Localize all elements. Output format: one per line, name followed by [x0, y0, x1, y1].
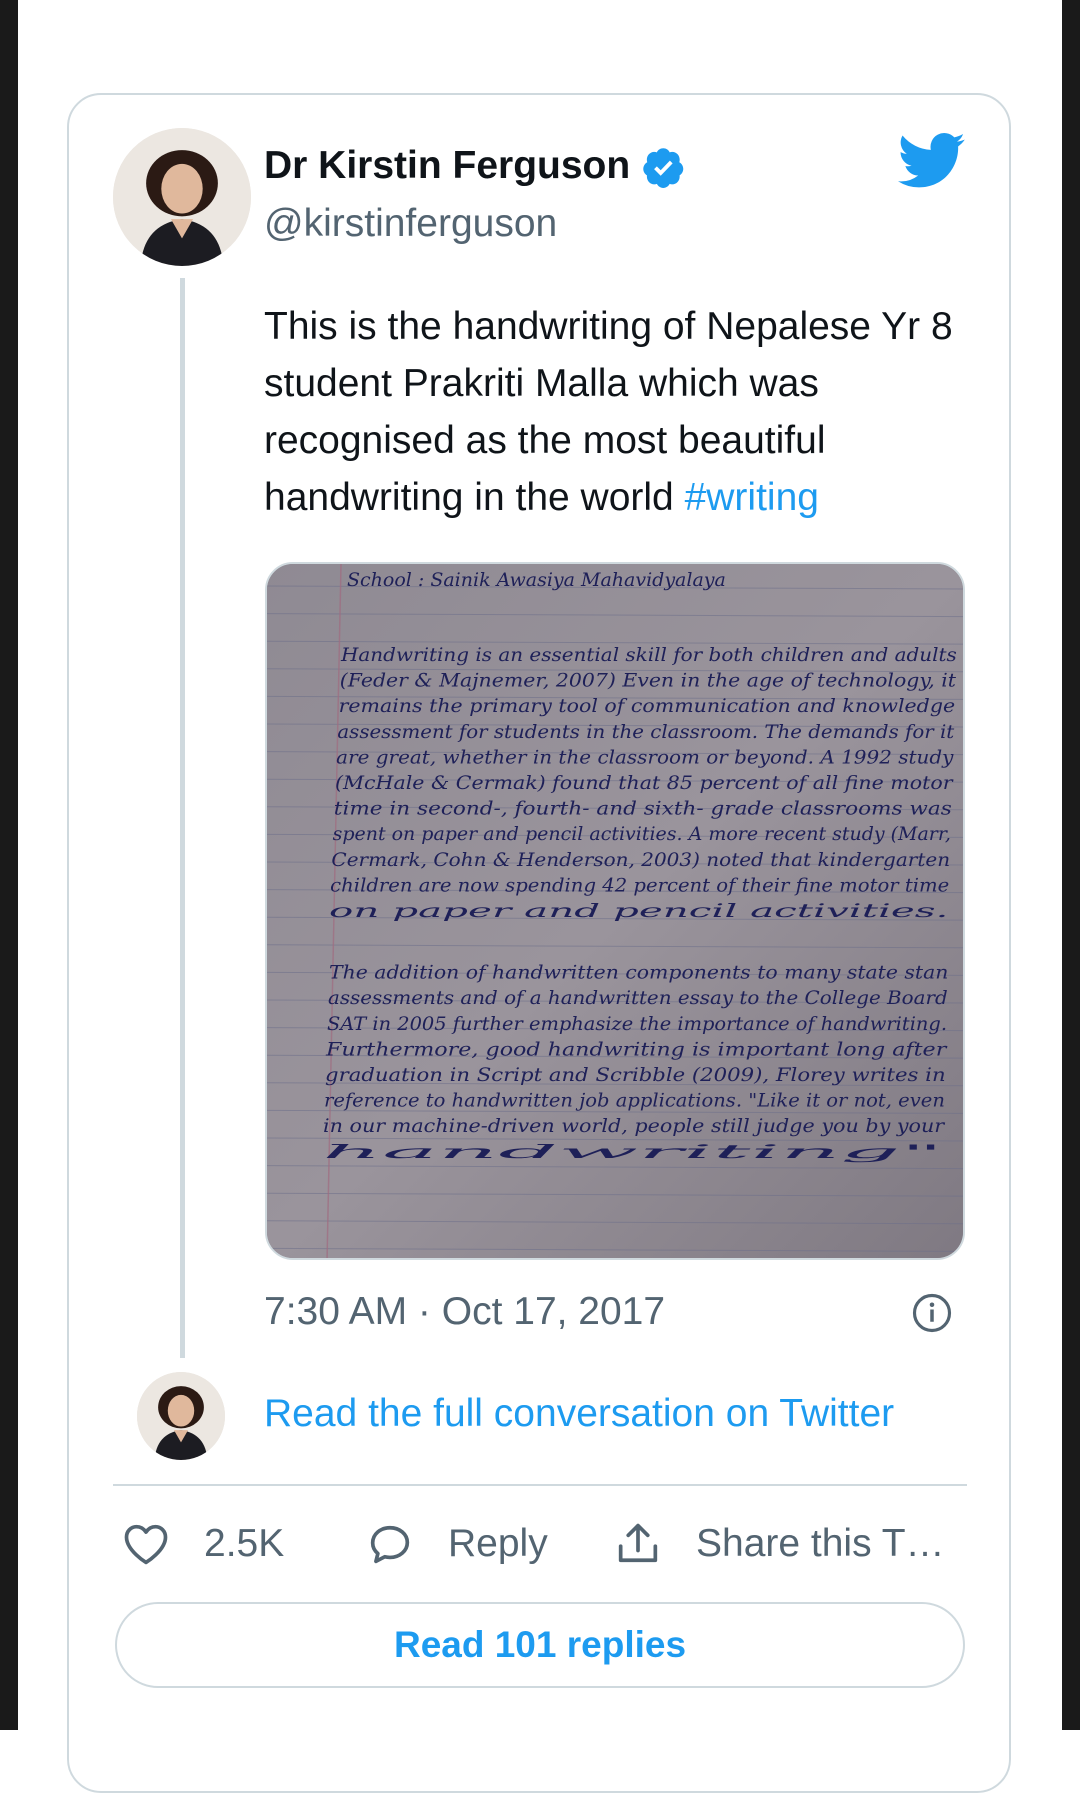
handwriting-line: on paper and pencil activities. — [329, 900, 948, 922]
like-count: 2.5K — [204, 1522, 285, 1565]
person-avatar-icon — [113, 128, 251, 266]
handwriting-line: assessments and of a handwritten essay t… — [328, 987, 948, 1009]
handwriting-line: handwriting" — [322, 1141, 944, 1163]
verified-icon — [643, 148, 684, 188]
handwriting-line: The addition of handwritten components t… — [329, 962, 948, 984]
handwriting-line: spent on paper and pencil activities. A … — [333, 823, 951, 845]
hashtag-link[interactable]: #writing — [685, 476, 819, 519]
conversation-avatar[interactable] — [137, 1372, 225, 1460]
handwriting-line: graduation in Script and Scribble (2009)… — [325, 1064, 946, 1086]
divider — [113, 1484, 967, 1486]
handwriting-line: are great, whether in the classroom or b… — [336, 746, 954, 768]
handwriting-line: assessment for students in the classroom… — [337, 721, 954, 743]
handwriting-line: in our machine-driven world, people stil… — [323, 1115, 946, 1137]
school-line: School : Sainik Awasiya Mahavidyalaya — [347, 569, 726, 591]
reply-label: Reply — [448, 1522, 548, 1565]
author-name[interactable]: Dr Kirstin Ferguson — [264, 142, 630, 190]
info-icon[interactable] — [911, 1292, 953, 1334]
tweet-body: This is the handwriting of Nepalese Yr 8… — [264, 305, 953, 519]
handwriting-line: remains the primary tool of communicatio… — [339, 695, 956, 717]
reply-button[interactable]: Reply — [364, 1514, 548, 1574]
handwriting-line: reference to handwritten job application… — [324, 1090, 945, 1112]
handwriting-line: (McHale & Cermak) found that 85 percent … — [335, 772, 955, 794]
author-handle[interactable]: @kirstinferguson — [264, 200, 557, 248]
handwriting-line: time in second-, fourth- and sixth- grad… — [334, 798, 952, 820]
read-conversation-link[interactable]: Read the full conversation on Twitter — [264, 1390, 894, 1438]
heart-icon — [124, 1524, 168, 1565]
share-icon — [618, 1523, 658, 1563]
handwriting-page: School : Sainik Awasiya Mahavidyalaya Han… — [267, 564, 963, 1258]
tweet-media-image[interactable]: School : Sainik Awasiya Mahavidyalaya Han… — [265, 562, 965, 1260]
tweet-text: This is the handwriting of Nepalese Yr 8… — [264, 298, 964, 526]
reply-bubble-icon — [370, 1525, 410, 1564]
share-button[interactable]: Share this T… — [612, 1514, 945, 1574]
tweet-timestamp[interactable]: 7:30 AM · Oct 17, 2017 — [264, 1288, 665, 1336]
share-label: Share this T… — [696, 1522, 945, 1565]
handwriting-line: Handwriting is an essential skill for bo… — [340, 644, 957, 666]
handwriting-line: SAT in 2005 further emphasize the import… — [327, 1013, 947, 1035]
left-edge-bar — [0, 0, 18, 1730]
twitter-bird-icon[interactable] — [898, 132, 966, 190]
handwriting-line: Cermark, Cohn & Henderson, 2003) noted t… — [331, 849, 950, 871]
thread-line — [180, 278, 185, 1358]
right-edge-bar — [1062, 0, 1080, 1730]
person-avatar-icon — [137, 1372, 225, 1460]
handwriting-line: (Feder & Majnemer, 2007) Even in the age… — [340, 670, 957, 692]
handwriting-line: Furthermore, good handwriting is importa… — [325, 1038, 949, 1060]
handwriting-line: children are now spending 42 percent of … — [330, 874, 949, 896]
read-replies-button[interactable]: Read 101 replies — [115, 1602, 965, 1688]
author-avatar[interactable] — [113, 128, 251, 266]
like-button[interactable]: 2.5K — [120, 1514, 284, 1574]
